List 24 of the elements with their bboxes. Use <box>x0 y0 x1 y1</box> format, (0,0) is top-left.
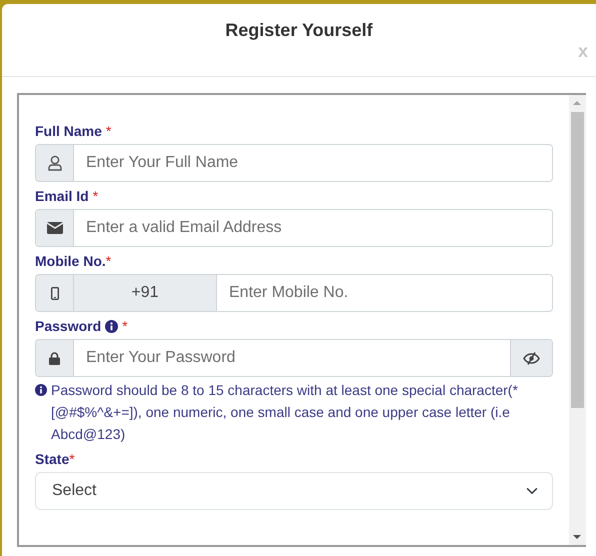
field-label: Password <box>35 317 102 336</box>
field-label: Full Name <box>35 122 102 141</box>
required-mark: * <box>92 187 98 206</box>
password-hint: Password should be 8 to 15 characters with at least one special character(*[@#$%^&+=]), one numeric, one small case and one upper case letter (i.e Abcd@123) <box>51 381 519 444</box>
required-mark: * <box>106 122 112 141</box>
show-password-button[interactable] <box>510 340 552 376</box>
lock-icon <box>49 352 60 364</box>
field-label: State <box>35 450 70 469</box>
field-label: Mobile No. <box>35 252 106 271</box>
person-icon <box>48 155 62 171</box>
envelope-icon <box>46 222 62 234</box>
country-code: +91 <box>74 275 217 311</box>
mobile-phone-icon <box>50 286 58 300</box>
dialog-title: Register Yourself <box>224 19 374 42</box>
state-select[interactable]: Select <box>35 472 553 510</box>
scrollbar[interactable] <box>569 95 586 545</box>
input-group[interactable]: Enter Your Password <box>35 339 553 377</box>
eye-slash-icon <box>523 352 540 364</box>
input-group[interactable]: +91 Enter Mobile No. <box>35 274 553 312</box>
info-icon <box>35 384 47 396</box>
required-mark: * <box>106 252 112 271</box>
required-mark: * <box>69 450 75 469</box>
field-label: Email Id <box>35 187 89 206</box>
required-mark: * <box>122 317 128 336</box>
